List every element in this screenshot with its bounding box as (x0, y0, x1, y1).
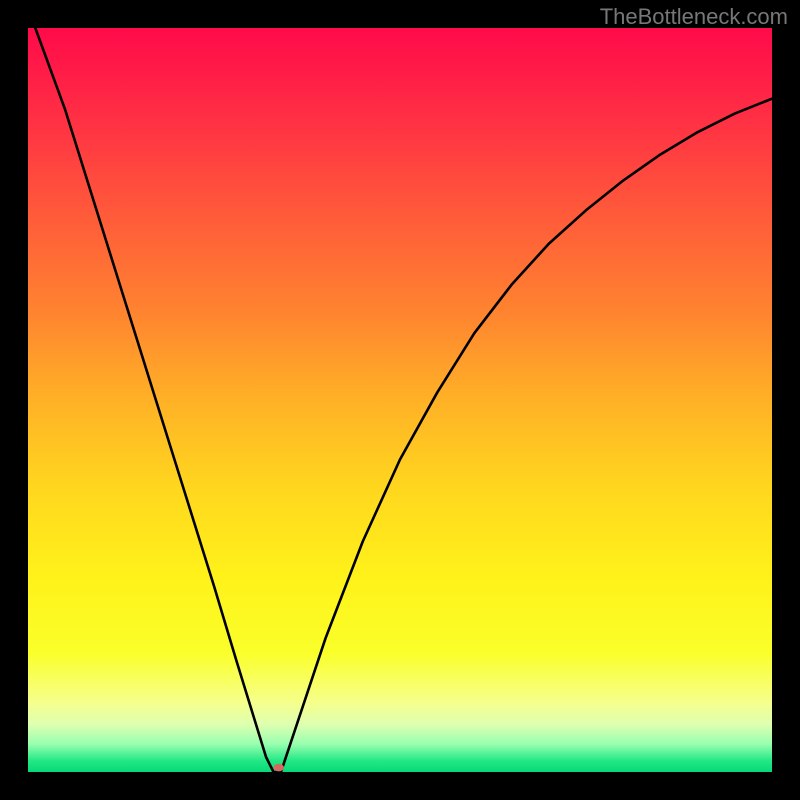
current-position-marker (273, 764, 284, 772)
bottleneck-chart (0, 0, 800, 800)
plot-background (28, 28, 772, 772)
watermark-label: TheBottleneck.com (600, 4, 788, 30)
chart-frame: TheBottleneck.com (0, 0, 800, 800)
